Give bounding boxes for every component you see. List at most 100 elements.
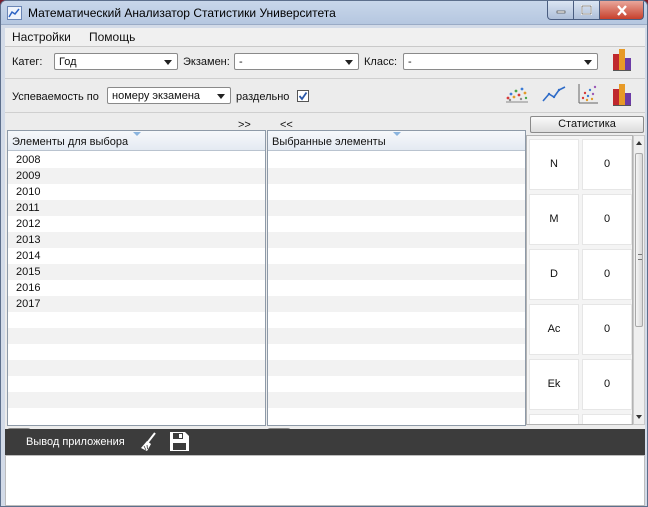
bar-chart-icon[interactable] xyxy=(611,46,633,72)
output-area[interactable] xyxy=(5,455,645,506)
list-item-label: 2009 xyxy=(16,170,41,182)
menu-help[interactable]: Помощь xyxy=(89,30,135,44)
category-label: Катег: xyxy=(12,56,43,68)
class-label: Класс: xyxy=(364,56,397,68)
trend-line-icon[interactable] xyxy=(541,84,567,104)
list-item-label: 2015 xyxy=(16,266,41,278)
available-list-rows: 2008 2009 2010 2011 2012 2013 2014 2015 … xyxy=(8,152,265,424)
minimize-button[interactable] xyxy=(547,1,574,20)
available-list-header[interactable]: Элементы для выбора xyxy=(8,131,265,151)
minimize-icon xyxy=(556,10,565,14)
statistics-grid: N 0 M 0 D 0 Ac 0 Ek 0 xyxy=(526,135,633,425)
list-item[interactable]: 2010 xyxy=(8,184,265,200)
separate-label: раздельно xyxy=(236,91,290,103)
empty-row xyxy=(8,392,265,408)
close-icon xyxy=(616,4,627,16)
category-value: Год xyxy=(59,56,77,68)
empty-row xyxy=(268,312,525,328)
scroll-down-icon[interactable] xyxy=(636,415,642,419)
dot-plot-icon[interactable] xyxy=(576,82,600,106)
chevron-down-icon xyxy=(164,60,172,65)
list-item-label: 2017 xyxy=(16,298,41,310)
list-item[interactable]: 2016 xyxy=(8,280,265,296)
list-item-label: 2010 xyxy=(16,186,41,198)
list-item-label: 2014 xyxy=(16,250,41,262)
empty-row xyxy=(268,216,525,232)
list-item-label: 2008 xyxy=(16,154,41,166)
available-list-panel: Элементы для выбора 2008 2009 2010 2011 … xyxy=(7,130,266,426)
list-item[interactable]: 2011 xyxy=(8,200,265,216)
stat-name-m: M xyxy=(529,194,579,245)
bar-chart-icon[interactable] xyxy=(611,81,633,107)
chevron-down-icon xyxy=(345,60,353,65)
exam-value: - xyxy=(239,56,243,68)
sort-indicator-icon xyxy=(393,132,401,136)
list-item[interactable]: 2013 xyxy=(8,232,265,248)
statistics-scrollbar[interactable] xyxy=(633,135,645,425)
empty-row xyxy=(8,312,265,328)
checkmark-icon xyxy=(298,91,308,101)
output-header: Вывод приложения xyxy=(5,429,645,455)
stat-name-ek: Ek xyxy=(529,359,579,410)
list-item[interactable]: 2014 xyxy=(8,248,265,264)
stat-name-d: D xyxy=(529,249,579,300)
empty-row xyxy=(8,344,265,360)
empty-row xyxy=(268,184,525,200)
scroll-up-icon[interactable] xyxy=(636,141,642,145)
empty-row xyxy=(268,280,525,296)
empty-row xyxy=(268,200,525,216)
list-item-label: 2016 xyxy=(16,282,41,294)
category-select[interactable]: Год xyxy=(54,53,178,70)
list-item[interactable]: 2012 xyxy=(8,216,265,232)
empty-row xyxy=(268,392,525,408)
stat-name-ac: Ac xyxy=(529,304,579,355)
window-title: Математический Анализатор Статистики Уни… xyxy=(28,6,336,20)
menu-settings[interactable]: Настройки xyxy=(12,30,71,44)
stat-value-n: 0 xyxy=(582,139,632,190)
stat-value-overflow xyxy=(582,414,632,424)
chevron-down-icon xyxy=(217,94,225,99)
list-item[interactable]: 2009 xyxy=(8,168,265,184)
empty-row xyxy=(268,264,525,280)
selected-list-title: Выбранные элементы xyxy=(272,136,386,148)
empty-row xyxy=(8,328,265,344)
maximize-button[interactable] xyxy=(574,1,600,20)
stat-value-ek: 0 xyxy=(582,359,632,410)
selected-list-header[interactable]: Выбранные элементы xyxy=(268,131,525,151)
empty-row xyxy=(268,376,525,392)
empty-row xyxy=(268,152,525,168)
list-item-label: 2011 xyxy=(16,202,40,214)
list-item[interactable]: 2015 xyxy=(8,264,265,280)
grip-icon xyxy=(638,254,642,260)
maximize-icon xyxy=(581,5,592,15)
performance-by-select[interactable]: номеру экзамена xyxy=(107,87,231,104)
app-window: Математический Анализатор Статистики Уни… xyxy=(0,0,648,507)
list-item[interactable]: 2017 xyxy=(8,296,265,312)
floppy-disk-icon[interactable] xyxy=(169,431,190,452)
class-select[interactable]: - xyxy=(403,53,598,70)
filter-row-divider xyxy=(5,78,645,79)
scatter-plot-icon[interactable] xyxy=(504,82,530,104)
broom-icon[interactable] xyxy=(138,431,160,453)
list-item-label: 2012 xyxy=(16,218,41,230)
statistics-button[interactable]: Статистика xyxy=(530,116,644,133)
stat-value-d: 0 xyxy=(582,249,632,300)
list-item-label: 2013 xyxy=(16,234,41,246)
scrollbar-thumb[interactable] xyxy=(635,153,643,327)
performance-row-divider xyxy=(5,112,645,113)
list-item[interactable]: 2008 xyxy=(8,152,265,168)
title-bar[interactable]: Математический Анализатор Статистики Уни… xyxy=(1,1,647,25)
empty-row xyxy=(8,376,265,392)
sort-indicator-icon xyxy=(133,132,141,136)
exam-select[interactable]: - xyxy=(234,53,359,70)
separate-checkbox[interactable] xyxy=(297,90,309,102)
empty-row xyxy=(8,360,265,376)
close-button[interactable] xyxy=(600,1,644,20)
class-value: - xyxy=(408,56,412,68)
stat-name-n: N xyxy=(529,139,579,190)
exam-label: Экзамен: xyxy=(183,56,230,68)
performance-label: Успеваемость по xyxy=(12,91,99,103)
client-area: Настройки Помощь Катег: Год Экзамен: - К… xyxy=(5,28,645,506)
menu-bar: Настройки Помощь xyxy=(5,28,645,47)
empty-row xyxy=(268,248,525,264)
